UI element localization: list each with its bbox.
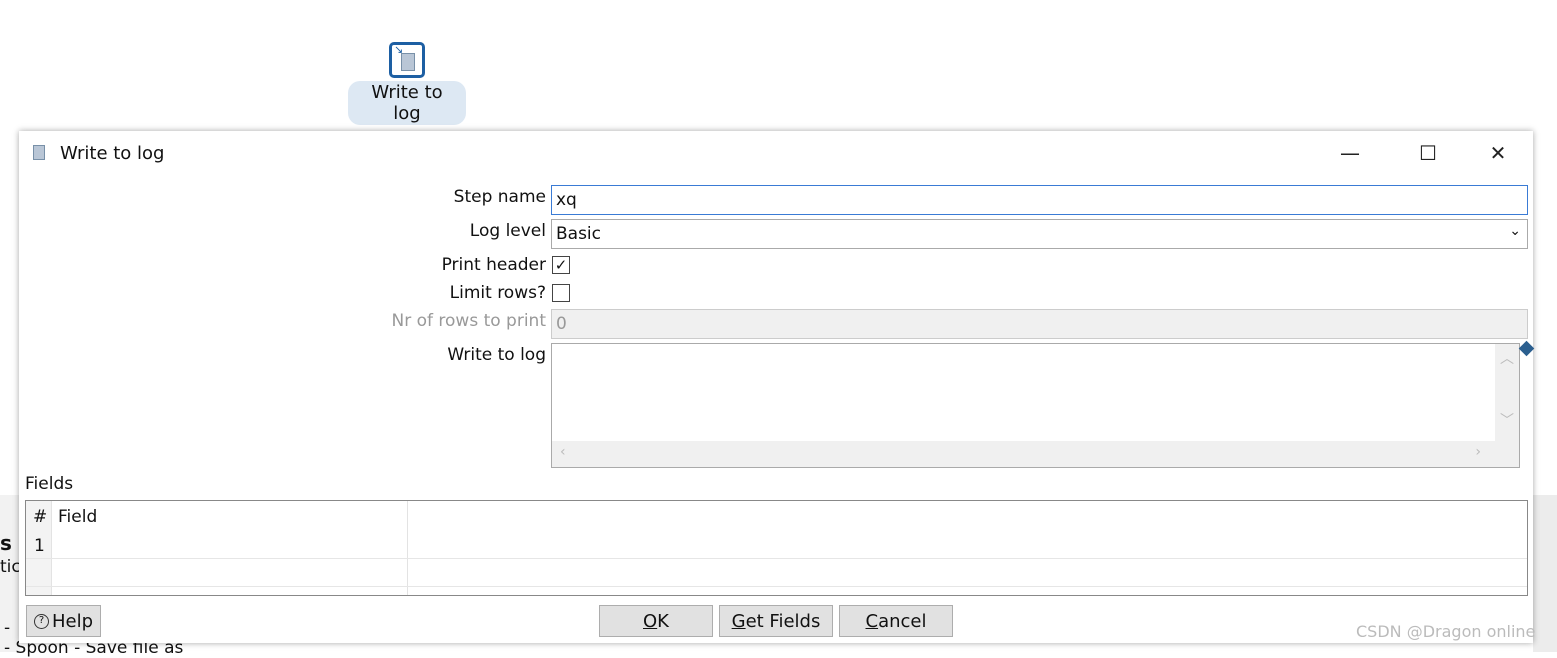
- cancel-mnemonic: C: [865, 610, 879, 632]
- cancel-button[interactable]: Cancel: [839, 605, 953, 637]
- limit-rows-label: Limit rows?: [449, 283, 546, 303]
- fields-label: Fields: [25, 474, 74, 494]
- column-header-number[interactable]: #: [33, 507, 47, 527]
- dialog-title: Write to log: [60, 143, 165, 164]
- ok-button[interactable]: OK: [599, 605, 713, 637]
- step-name-input[interactable]: xq: [551, 185, 1528, 215]
- print-header-label: Print header: [441, 255, 546, 275]
- nr-rows-input[interactable]: 0: [551, 309, 1528, 339]
- background-panel-right: [1533, 495, 1557, 652]
- get-mnemonic: G: [731, 610, 746, 632]
- limit-rows-checkbox[interactable]: [552, 284, 570, 302]
- canvas-step-write-to-log[interactable]: ↘ Write to log: [348, 42, 466, 125]
- ok-label: K: [657, 610, 669, 632]
- write-to-log-icon: [33, 145, 45, 160]
- column-header-field[interactable]: Field: [58, 507, 97, 527]
- get-fields-button[interactable]: Get Fields: [719, 605, 833, 637]
- help-button[interactable]: ? Help: [26, 605, 101, 637]
- variable-icon: [1518, 340, 1535, 357]
- close-button[interactable]: ✕: [1473, 137, 1523, 169]
- help-label: Help: [51, 610, 94, 632]
- nr-rows-label: Nr of rows to print: [391, 311, 547, 331]
- step-name-label: Step name: [453, 187, 546, 207]
- write-to-log-label: Write to log: [447, 345, 546, 365]
- ok-mnemonic: O: [643, 610, 658, 632]
- vertical-scrollbar[interactable]: ︿ ﹀: [1495, 344, 1519, 442]
- get-fields-label: et Fields: [745, 610, 821, 632]
- chevron-down-icon: ⌄: [1509, 223, 1521, 239]
- write-to-log-step-icon: ↘: [389, 42, 425, 78]
- bg-text: tic: [0, 557, 21, 577]
- horizontal-scrollbar[interactable]: ‹ ›: [552, 441, 1519, 467]
- log-level-value: Basic: [556, 224, 602, 244]
- log-level-label: Log level: [469, 221, 546, 241]
- bg-text: -: [4, 618, 11, 638]
- help-icon: ?: [33, 613, 49, 629]
- watermark: CSDN @Dragon online: [1356, 622, 1536, 641]
- maximize-button[interactable]: ☐: [1403, 137, 1453, 169]
- fields-table[interactable]: # Field 1: [25, 500, 1528, 596]
- step-label: Write to log: [348, 81, 466, 125]
- print-header-checkbox[interactable]: ✓: [552, 256, 570, 274]
- title-bar: Write to log — ☐ ✕: [19, 131, 1533, 175]
- write-to-log-textarea[interactable]: ︿ ﹀ ‹ ›: [551, 343, 1520, 468]
- minimize-button[interactable]: —: [1325, 137, 1375, 169]
- cancel-label: ancel: [878, 610, 927, 632]
- log-level-select[interactable]: Basic ⌄: [551, 219, 1528, 249]
- table-row-number: 1: [34, 536, 45, 556]
- bg-text: s: [0, 531, 12, 555]
- write-to-log-dialog: Write to log — ☐ ✕ Step name xq Log leve…: [19, 131, 1535, 643]
